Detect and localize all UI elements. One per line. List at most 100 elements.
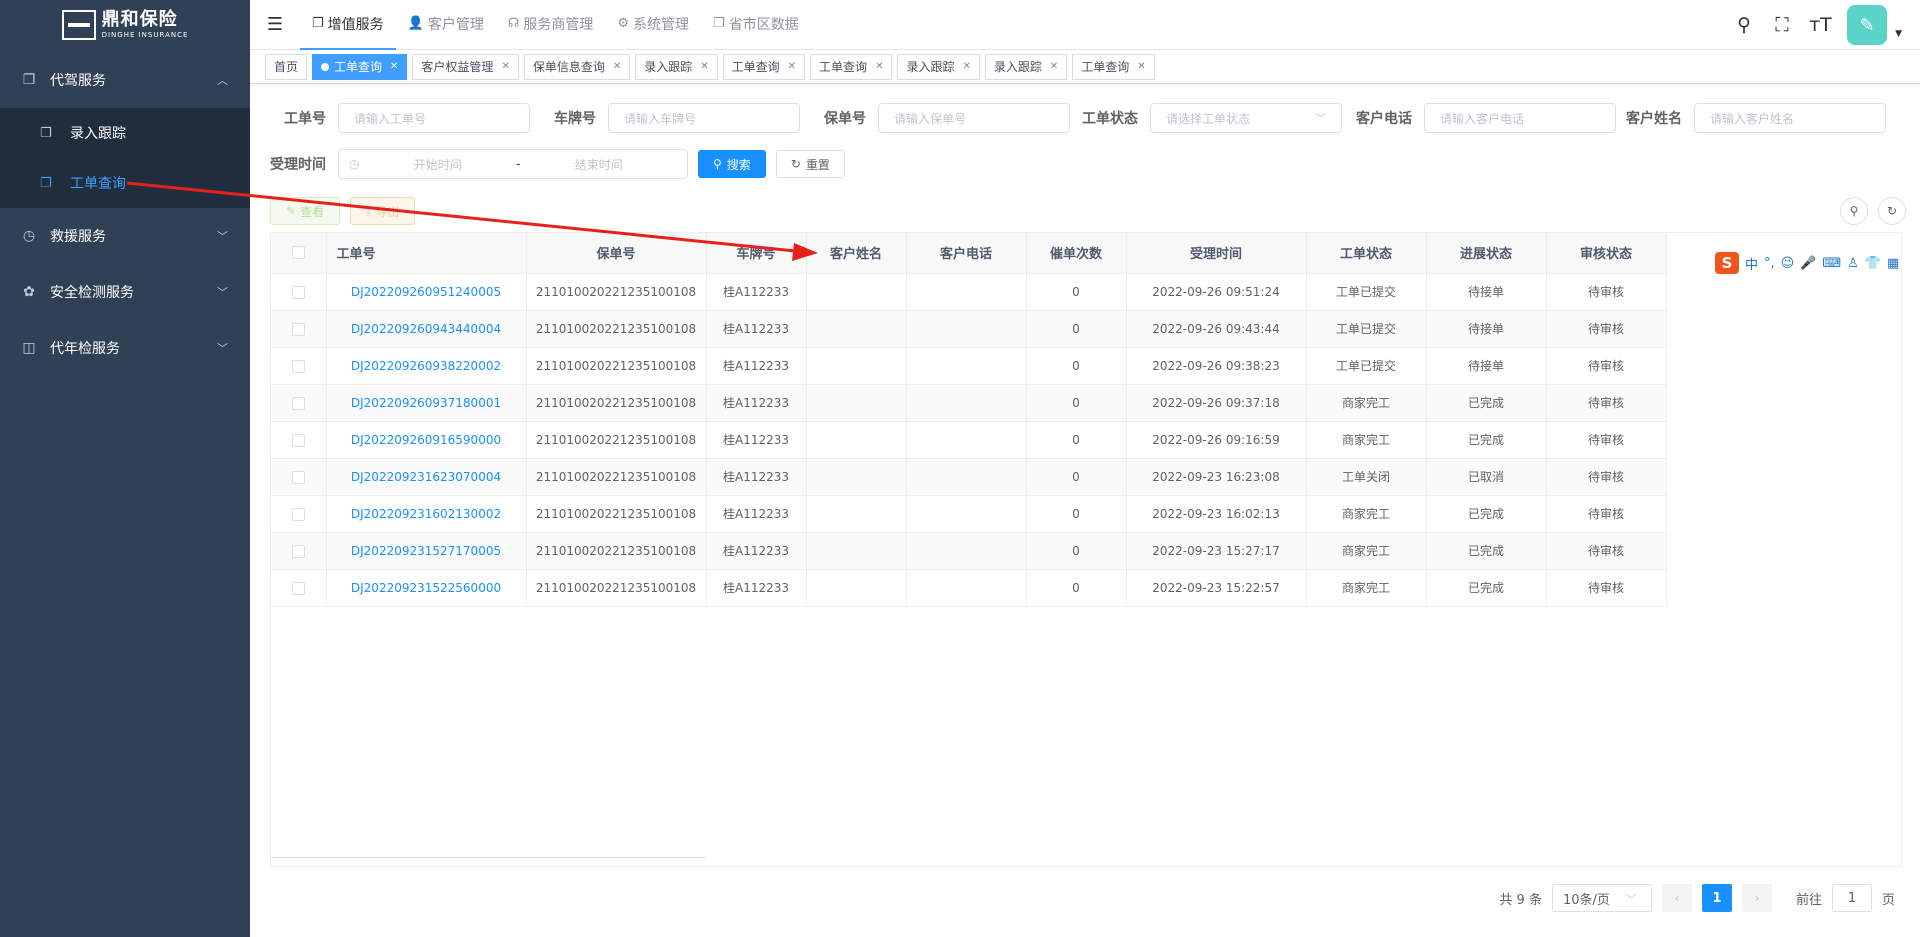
tag-order-query-active[interactable]: 工单查询 ✕	[312, 53, 408, 80]
order-no-link[interactable]: DJ202209260916590000	[326, 421, 527, 459]
column-header: 进展状态	[1426, 233, 1547, 274]
policy-input[interactable]: 请输入保单号	[878, 103, 1070, 133]
end-date-placeholder: 结束时间	[574, 157, 623, 172]
table-cell: 桂A112233	[706, 458, 807, 496]
goto-page-input[interactable]: 1	[1831, 884, 1872, 912]
tag-home[interactable]: 首页	[265, 53, 308, 80]
row-checkbox[interactable]	[271, 347, 327, 385]
close-icon[interactable]: ✕	[613, 61, 621, 72]
order-no-link[interactable]: DJ202209260938220002	[326, 347, 527, 385]
toggle-search-icon[interactable]: ⚲	[1840, 197, 1868, 225]
tag[interactable]: 工单查询 ✕	[1072, 53, 1155, 80]
search-button[interactable]: ⚲ 搜索	[698, 150, 766, 178]
order-no-link[interactable]: DJ202209231522560000	[326, 569, 527, 607]
page-size-select[interactable]: 10条/页 ﹀	[1551, 884, 1652, 912]
row-checkbox[interactable]	[271, 569, 327, 607]
phone-input[interactable]: 请输入客户电话	[1424, 103, 1616, 133]
view-button[interactable]: ✎ 查看	[270, 197, 341, 225]
close-icon[interactable]: ✕	[962, 61, 970, 72]
table-row[interactable]: DJ202209231522560000 21101002022123510010…	[271, 569, 1667, 607]
emoji-icon[interactable]: ☺	[1781, 256, 1795, 271]
reset-button[interactable]: ↻ 重置	[775, 150, 845, 178]
table-row[interactable]: DJ202209231602130002 21101002022123510010…	[271, 495, 1667, 533]
close-icon[interactable]: ✕	[501, 61, 509, 72]
table-row[interactable]: DJ202209260943440004 21101002022123510010…	[271, 310, 1667, 348]
search-icon[interactable]: ⚲	[1733, 14, 1755, 36]
chevron-down-icon: ﹀	[217, 230, 228, 243]
next-page-button[interactable]: ›	[1741, 884, 1772, 912]
grid-icon[interactable]: ▦	[1887, 256, 1899, 271]
close-icon[interactable]: ✕	[390, 61, 398, 72]
hamburger-icon[interactable]: ☰	[250, 14, 300, 35]
close-icon[interactable]: ✕	[875, 61, 883, 72]
tag[interactable]: 工单查询 ✕	[722, 53, 806, 80]
top-menu-regions[interactable]: ❐ 省市区数据	[701, 0, 811, 50]
row-checkbox[interactable]	[271, 495, 327, 533]
table-row[interactable]: DJ202209231527170005 21101002022123510010…	[271, 532, 1667, 570]
order-no-link[interactable]: DJ202209231623070004	[326, 458, 527, 496]
sidebar-group-safety-check[interactable]: ✿ 安全检测服务 ﹀	[0, 264, 250, 320]
ime-lang[interactable]: 中	[1745, 254, 1758, 273]
order-no-link[interactable]: DJ202209260951240005	[326, 273, 527, 311]
order-no-link[interactable]: DJ202209231602130002	[326, 495, 527, 533]
caret-down-icon[interactable]: ▼	[1895, 29, 1902, 39]
tag[interactable]: 录入跟踪 ✕	[635, 53, 718, 80]
horizontal-scrollbar[interactable]	[271, 857, 706, 858]
font-size-icon[interactable]: ᴛT	[1809, 14, 1832, 36]
row-checkbox[interactable]	[271, 384, 327, 422]
prev-page-button[interactable]: ‹	[1661, 884, 1692, 912]
top-menu-system[interactable]: ⚙ 系统管理	[605, 0, 701, 50]
keyboard-icon[interactable]: ⌨	[1822, 256, 1841, 271]
top-menu-value-added[interactable]: ❐ 增值服务	[300, 0, 396, 50]
tag[interactable]: 录入跟踪 ✕	[984, 53, 1068, 80]
top-menu-customers[interactable]: 👤 客户管理	[396, 0, 496, 50]
ime-punct[interactable]: °,	[1764, 256, 1775, 271]
row-checkbox[interactable]	[271, 273, 327, 311]
close-icon[interactable]: ✕	[1050, 61, 1058, 72]
row-checkbox[interactable]	[271, 458, 327, 496]
tag[interactable]: 工单查询 ✕	[810, 53, 893, 80]
name-input[interactable]: 请输入客户姓名	[1694, 103, 1886, 133]
close-icon[interactable]: ✕	[1137, 61, 1145, 72]
close-icon[interactable]: ✕	[788, 61, 796, 72]
order-no-link[interactable]: DJ202209260943440004	[326, 310, 527, 348]
tag[interactable]: 保单信息查询 ✕	[523, 53, 631, 80]
sidebar-group-designated-driving[interactable]: ❐ 代驾服务 ︿	[0, 52, 250, 108]
export-button[interactable]: ⤓ 导出	[350, 197, 416, 225]
row-checkbox[interactable]	[271, 421, 327, 459]
table-row[interactable]: DJ202209260937180001 21101002022123510010…	[271, 384, 1667, 422]
row-checkbox[interactable]	[271, 310, 327, 348]
order-no-link[interactable]: DJ202209260937180001	[326, 384, 527, 422]
tag[interactable]: 录入跟踪 ✕	[897, 53, 980, 80]
mic-icon[interactable]: 🎤	[1800, 256, 1816, 271]
sidebar-group-annual-inspection[interactable]: ◫ 代年检服务 ﹀	[0, 320, 250, 376]
order-no-input[interactable]: 请输入工单号	[338, 103, 530, 133]
table-row[interactable]: DJ202209231623070004 21101002022123510010…	[271, 458, 1667, 496]
plate-input[interactable]: 请输入车牌号	[608, 103, 800, 133]
fullscreen-icon[interactable]: ⛶	[1771, 14, 1793, 36]
sogou-logo-icon[interactable]: S	[1715, 252, 1739, 274]
table-cell	[806, 347, 907, 385]
table-row[interactable]: DJ202209260938220002 21101002022123510010…	[271, 347, 1667, 385]
status-select[interactable]: 请选择工单状态 ﹀	[1150, 103, 1342, 133]
current-page[interactable]: 1	[1701, 884, 1732, 912]
shirt-icon[interactable]: 👕	[1865, 256, 1881, 271]
column-header: 催单次数	[1026, 233, 1127, 274]
table-cell: 0	[1026, 532, 1127, 570]
refresh-icon[interactable]: ↻	[1878, 197, 1906, 225]
table-row[interactable]: DJ202209260916590000 21101002022123510010…	[271, 421, 1667, 459]
user-icon[interactable]: ♙	[1847, 256, 1859, 271]
order-no-link[interactable]: DJ202209231527170005	[326, 532, 527, 570]
top-menu-providers[interactable]: ☊ 服务商管理	[496, 0, 606, 50]
date-range-picker[interactable]: ◷ 开始时间 - 结束时间	[338, 149, 688, 179]
sidebar-item-order-query[interactable]: ❐ 工单查询	[0, 158, 250, 208]
avatar[interactable]: ✎	[1847, 5, 1888, 45]
sidebar-group-rescue[interactable]: ◷ 救援服务 ﹀	[0, 208, 250, 264]
tag[interactable]: 客户权益管理 ✕	[412, 53, 519, 80]
table-cell: 211010020221235100108	[526, 495, 707, 533]
row-checkbox[interactable]	[271, 532, 327, 570]
select-all-checkbox[interactable]	[271, 233, 327, 274]
sidebar-item-entry-tracking[interactable]: ❐ 录入跟踪	[0, 108, 250, 158]
close-icon[interactable]: ✕	[700, 61, 708, 72]
table-row[interactable]: DJ202209260951240005 21101002022123510010…	[271, 273, 1667, 311]
